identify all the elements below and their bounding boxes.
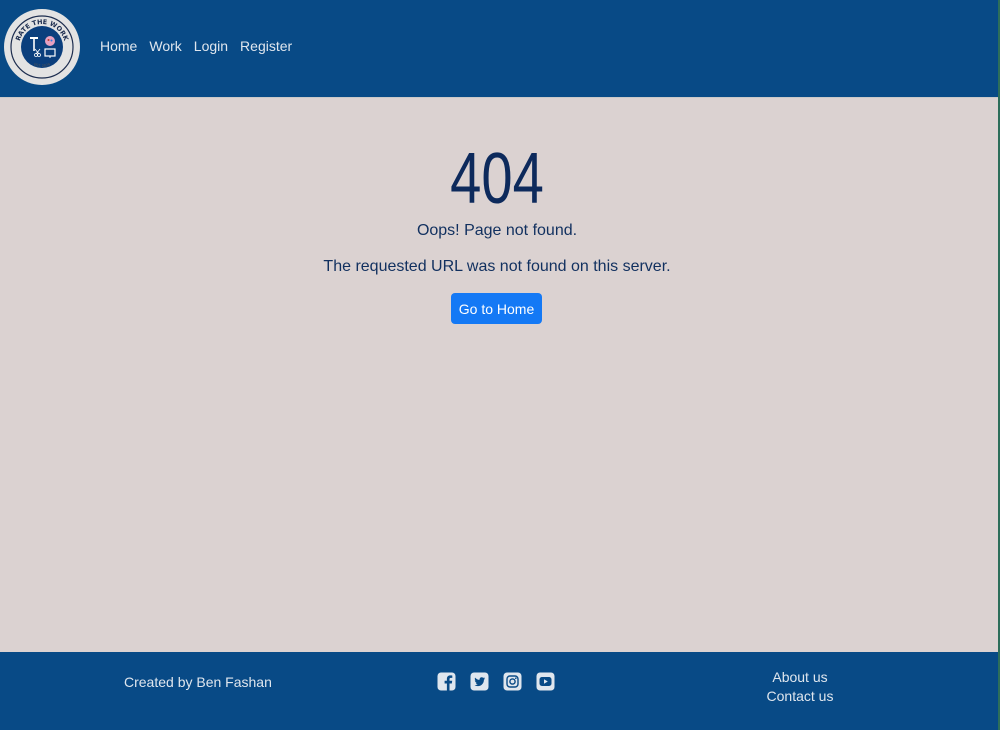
error-message: The requested URL was not found on this … [323,258,671,275]
social-links [437,672,555,691]
facebook-icon[interactable] [437,672,456,691]
instagram-icon[interactable] [503,672,522,691]
about-us-link[interactable]: About us [740,668,860,687]
nav-login[interactable]: Login [194,38,228,54]
error-title: Oops! Page not found. [416,222,578,239]
main-nav: Home Work Login Register [100,38,304,54]
nav-work[interactable]: Work [149,38,181,54]
nav-register[interactable]: Register [240,38,292,54]
site-header: RATE THE WORK EST. 2024 Home Work Login [0,0,1000,98]
site-footer: Created by Ben Fashan About us Contact u… [0,652,1000,730]
error-code: 404 [450,139,544,219]
nav-home[interactable]: Home [100,38,137,54]
main-content: 404 Oops! Page not found. The requested … [0,99,1000,652]
go-home-button[interactable]: Go to Home [451,293,542,324]
site-logo[interactable]: RATE THE WORK EST. 2024 [4,9,80,85]
twitter-icon[interactable] [470,672,489,691]
contact-us-link[interactable]: Contact us [740,687,860,706]
logo-icon: RATE THE WORK EST. 2024 [5,10,79,84]
footer-credit: Created by Ben Fashan [124,674,272,690]
youtube-icon[interactable] [536,672,555,691]
footer-links: About us Contact us [740,668,860,706]
